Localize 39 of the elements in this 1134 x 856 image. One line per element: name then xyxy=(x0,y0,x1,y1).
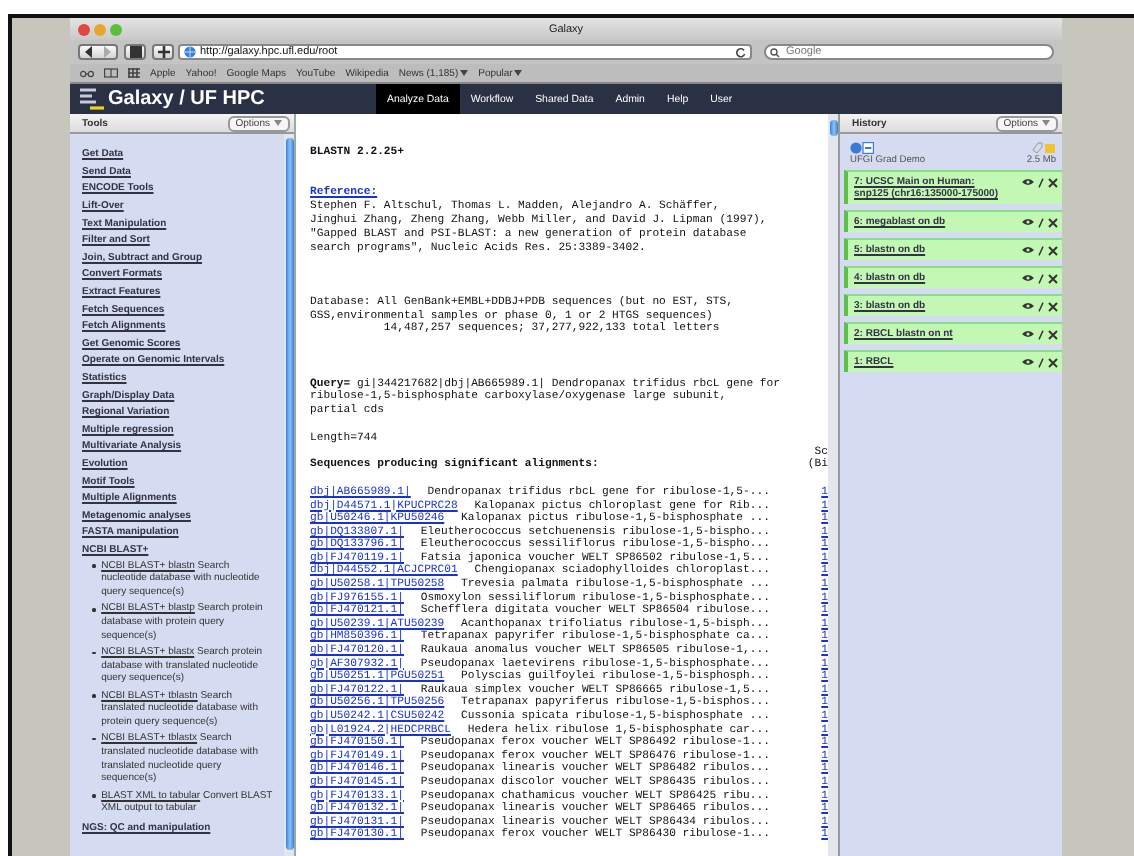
reload-icon[interactable] xyxy=(736,47,746,57)
eye-icon[interactable] xyxy=(1022,358,1034,366)
brand-title[interactable]: Galaxy / UF HPC xyxy=(108,88,376,110)
delete-icon[interactable] xyxy=(1048,357,1058,367)
pencil-icon[interactable] xyxy=(1038,301,1044,311)
scrollbar[interactable] xyxy=(284,134,294,856)
eye-icon[interactable] xyxy=(1022,246,1034,254)
delete-icon[interactable] xyxy=(1048,273,1058,283)
galaxy-logo-icon xyxy=(80,88,104,110)
refresh-collapse-icon[interactable] xyxy=(850,142,874,154)
caret-icon xyxy=(274,120,282,126)
pencil-icon[interactable] xyxy=(1038,329,1044,339)
grid-icon[interactable] xyxy=(128,68,140,78)
eye-icon[interactable] xyxy=(1022,302,1034,310)
scrollbar[interactable] xyxy=(828,114,838,856)
delete-icon[interactable] xyxy=(1048,245,1058,255)
delete-icon[interactable] xyxy=(1048,217,1058,227)
pencil-icon[interactable] xyxy=(1038,245,1044,255)
pencil-icon[interactable] xyxy=(1038,273,1044,283)
pencil-icon[interactable] xyxy=(1038,177,1044,187)
caret-icon xyxy=(460,70,469,76)
pencil-icon[interactable] xyxy=(1038,357,1044,367)
delete-icon[interactable] xyxy=(1048,329,1058,339)
eye-icon[interactable] xyxy=(1022,218,1034,226)
eye-icon[interactable] xyxy=(1022,330,1034,338)
book-icon[interactable] xyxy=(104,68,118,78)
close-button[interactable] xyxy=(78,23,90,35)
globe-icon xyxy=(184,46,196,58)
caret-icon xyxy=(514,70,523,76)
reader-glasses-icon[interactable] xyxy=(80,68,94,78)
stop-button[interactable] xyxy=(124,44,146,60)
pencil-icon[interactable] xyxy=(1038,217,1044,227)
add-bookmark-button[interactable] xyxy=(152,44,174,60)
delete-icon[interactable] xyxy=(1048,177,1058,187)
eye-icon[interactable] xyxy=(1022,178,1034,186)
delete-icon[interactable] xyxy=(1048,301,1058,311)
back-forward-buttons[interactable] xyxy=(78,44,118,60)
caret-icon xyxy=(1042,120,1050,126)
eye-icon[interactable] xyxy=(1022,274,1034,282)
